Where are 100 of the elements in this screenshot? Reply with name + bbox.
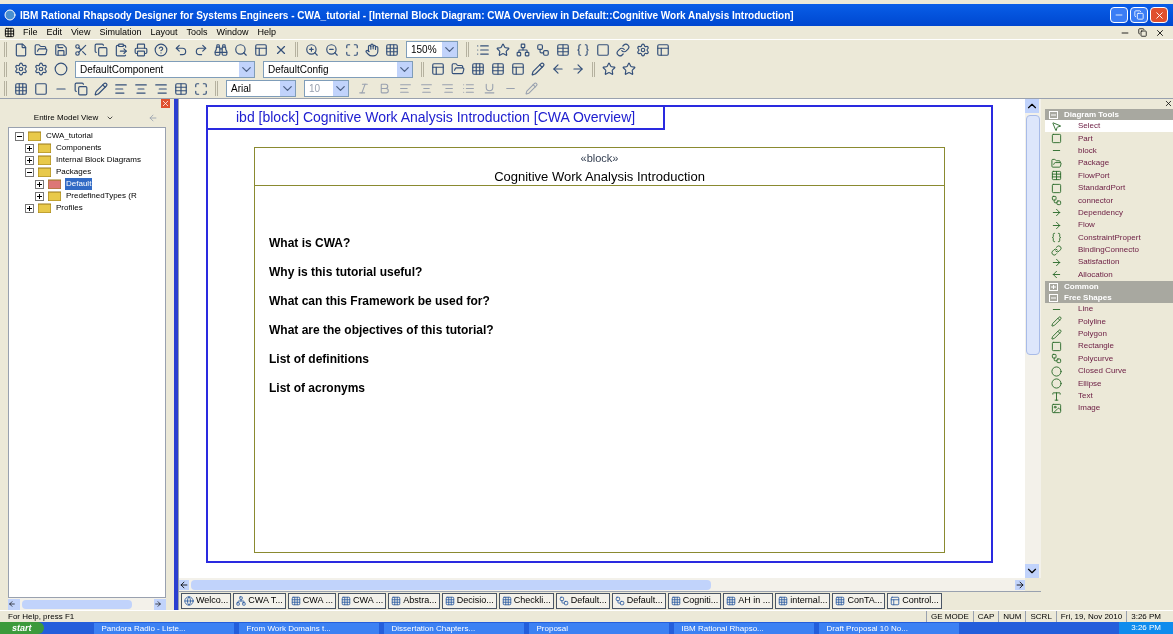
tree-item[interactable]: Default [65,178,93,190]
document-tab[interactable]: CWA ... [287,593,337,609]
new-file-icon[interactable] [14,42,28,57]
document-tab[interactable]: Checkli... [498,593,554,609]
palette-tool[interactable]: ConstraintPropert [1045,231,1173,244]
tool-icon[interactable] [531,62,545,76]
forward-arrow-icon[interactable] [571,62,585,76]
cut-icon[interactable] [74,42,88,57]
star-icon[interactable] [602,62,616,76]
back-arrow-icon[interactable] [551,62,565,76]
menu-item[interactable]: File [23,25,38,40]
palette-tool[interactable]: Closed Curve [1045,365,1173,378]
document-tab[interactable]: Abstra... [388,593,440,609]
binoculars-icon[interactable] [214,42,228,57]
document-tab[interactable]: Control... [887,593,942,609]
settings-icon[interactable] [636,42,650,57]
link-icon[interactable] [616,42,630,57]
configuration-dropdown[interactable]: DefaultConfig [263,60,413,78]
block-shape[interactable] [254,147,945,553]
tree-item[interactable]: PredefinedTypes (R [65,190,138,202]
document-tab[interactable]: Decisio... [441,593,497,609]
view-dropdown[interactable]: Entire Model View [8,112,140,124]
scroll-left-button[interactable] [8,598,20,610]
close-button[interactable] [1150,7,1168,23]
palette-tool[interactable]: FlowPort [1045,169,1173,182]
expand-toggle-icon[interactable] [35,191,44,201]
hierarchy-icon[interactable] [516,42,530,57]
component-dropdown[interactable]: DefaultComponent [75,60,255,78]
palette-tool[interactable]: Rectangle [1045,340,1173,353]
grid-icon[interactable] [471,62,485,76]
palette-tool[interactable]: StandardPort [1045,181,1173,195]
palette-tool[interactable]: Polygon [1045,327,1173,341]
expand-toggle-icon[interactable] [25,203,34,213]
palette-tool[interactable]: Polycurve [1045,352,1173,366]
palette-tool[interactable]: Image [1045,402,1173,415]
restore-icon[interactable] [1138,28,1147,37]
align-left-icon[interactable] [114,81,128,96]
zoom-out-icon[interactable] [325,42,339,57]
close-icon[interactable] [1155,27,1165,38]
palette-tool[interactable]: Package [1045,157,1173,170]
scroll-right-button[interactable] [154,598,166,610]
menu-item[interactable]: Window [216,25,249,40]
paste-icon[interactable] [114,42,128,57]
square-icon[interactable] [596,42,610,57]
palette-tool[interactable]: Part [1045,132,1173,145]
document-tab[interactable]: ConTA... [832,593,886,609]
taskbar-button[interactable]: IBM Rational Rhapso... [673,622,814,634]
zoom-in-icon[interactable] [305,42,319,57]
star-icon[interactable] [496,42,510,57]
layout-icon[interactable] [656,42,670,57]
scroll-up-icon[interactable] [1025,99,1039,113]
font-dropdown[interactable]: Arial [226,80,296,97]
resize-icon[interactable] [194,81,208,96]
document-tab[interactable]: CWA ... [338,593,387,609]
table-icon[interactable] [556,42,570,57]
document-tab[interactable]: Default... [555,593,610,609]
zoom-dropdown[interactable]: 150% [406,41,458,58]
grid-icon[interactable] [14,81,28,96]
star-add-icon[interactable] [622,62,636,76]
taskbar-button[interactable]: Dissertation Chapters... [383,622,524,634]
taskbar-button[interactable]: From Work Domains t... [238,622,379,634]
window-icon[interactable] [254,42,268,57]
palette-tool[interactable]: block [1045,144,1173,158]
palette-tool[interactable]: Text [1045,389,1173,403]
menu-item[interactable]: Layout [150,25,178,40]
tree-item[interactable]: Internal Block Diagrams [55,154,142,166]
search-icon[interactable] [234,42,248,57]
document-tab[interactable]: Welco... [181,593,232,609]
menu-item[interactable]: Edit [46,25,63,40]
palette-tool[interactable]: BindingConnecto [1045,243,1173,257]
table-icon[interactable] [174,81,188,96]
menu-item[interactable]: Tools [186,25,208,40]
taskbar-button[interactable]: Pandora Radio - Liste... [93,622,234,634]
copy-icon[interactable] [74,81,88,96]
print-icon[interactable] [134,42,148,57]
scroll-left-icon[interactable] [179,579,189,590]
taskbar-button[interactable]: Draft Proposal 10 No... [818,622,959,634]
restore-button[interactable] [1130,7,1148,23]
expand-toggle-icon[interactable] [35,179,44,189]
taskbar-button[interactable]: Proposal [528,622,669,634]
palette-tool[interactable]: Allocation [1045,268,1173,282]
palette-tool[interactable]: Satisfaction [1045,256,1173,269]
menu-item[interactable]: Help [257,25,276,40]
palette-tool[interactable]: Dependency [1045,206,1173,220]
close-icon[interactable] [1164,99,1173,108]
palette-tool[interactable]: Line [1045,303,1173,316]
collapse-toggle-icon[interactable] [25,167,34,177]
start-button[interactable]: start [0,622,44,634]
expand-toggle-icon[interactable] [25,143,34,153]
scrollbar-thumb[interactable] [1026,115,1040,355]
layout-icon[interactable] [431,62,445,76]
grid-icon[interactable] [385,42,399,57]
help-icon[interactable] [154,42,168,57]
collapse-toggle-icon[interactable] [15,131,24,141]
document-tab[interactable]: Default... [611,593,666,609]
connector-icon[interactable] [536,42,550,57]
fit-icon[interactable] [345,42,359,57]
tree-item[interactable]: Components [55,142,103,154]
palette-tool[interactable]: connector [1045,194,1173,207]
document-tab[interactable]: AH in ... [723,593,774,609]
